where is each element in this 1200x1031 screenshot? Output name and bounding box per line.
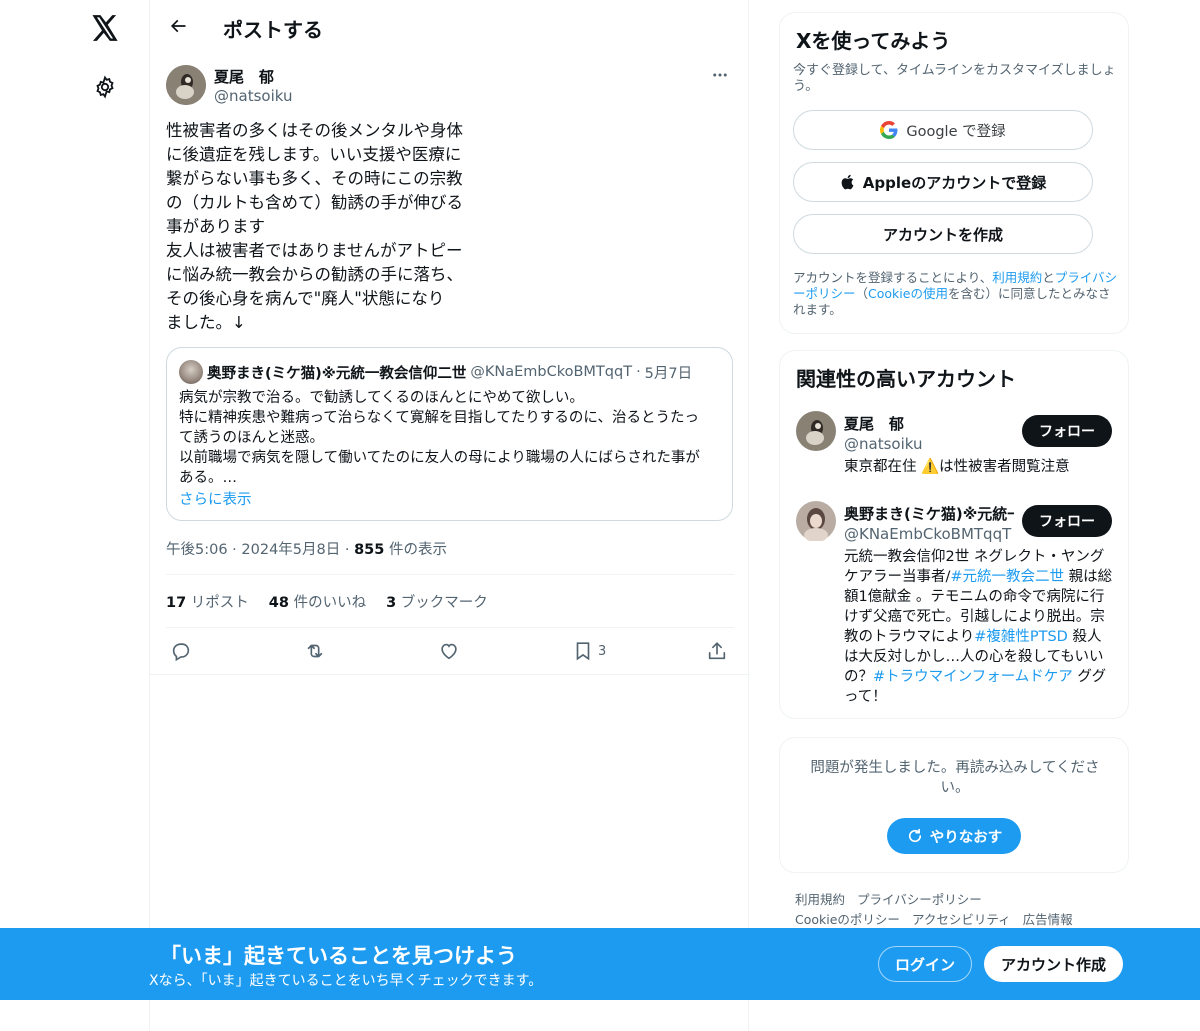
hashtag-link[interactable]: #元統一教会二世: [950, 569, 1064, 585]
x-logo-icon[interactable]: [89, 12, 121, 44]
account-bio: 東京都在住 ⚠️は性被害者閲覧注意: [844, 459, 1070, 475]
related-title: 関連性の高いアカウント: [796, 367, 1016, 391]
page-title: ポストする: [223, 18, 323, 42]
account-name[interactable]: 奥野まき(ミケ猫)※元統一教会信仰二世: [844, 503, 1014, 524]
views-count: 855: [354, 542, 385, 558]
show-more-link[interactable]: さらに表示: [179, 488, 252, 509]
account-bio: 元統一教会信仰2世 ネグレクト・ヤング ケアラー当事者/#元統一教会二世 親は総…: [844, 549, 1113, 705]
account-item[interactable]: 夏尾 郁 @natsoiku フォロー 東京都在住 ⚠️は性被害者閲覧注意: [796, 411, 1114, 481]
signup-subtitle: 今すぐ登録して、タイムラインをカスタマイズしましょう。: [793, 63, 1116, 94]
account-handle[interactable]: @KNaEmbCkoBMTqqT: [844, 525, 1011, 543]
arrow-left-icon[interactable]: [164, 12, 192, 40]
avatar[interactable]: [796, 411, 836, 451]
author-handle[interactable]: @natsoiku: [214, 87, 292, 105]
footer-link[interactable]: Cookieのポリシー: [795, 912, 900, 927]
account-item[interactable]: 奥野まき(ミケ猫)※元統一教会信仰二世 @KNaEmbCkoBMTqqT フォロ…: [796, 501, 1114, 711]
follow-button[interactable]: フォロー: [1022, 505, 1112, 537]
quoted-post-date: 5月7日: [644, 365, 693, 382]
quoted-author-handle: @KNaEmbCkoBMTqqT: [470, 364, 633, 380]
heart-icon[interactable]: [438, 639, 460, 663]
reply-icon[interactable]: [170, 639, 192, 663]
signup-button[interactable]: アカウント作成: [984, 946, 1123, 982]
footer-link[interactable]: 広告情報: [1023, 912, 1073, 927]
legal-text: アカウントを登録することにより、利用規約とプライバシーポリシー（Cookieの使…: [793, 270, 1118, 317]
main-column: ポストする 夏尾 郁 @natsoiku 性被害者の多くはその後メンタルや身体 …: [149, 0, 750, 1031]
cookie-link[interactable]: Cookieの使用: [868, 286, 948, 301]
left-nav: [0, 0, 150, 1031]
hashtag-link[interactable]: #トラウマインフォームドケア: [873, 669, 1073, 685]
google-icon: [880, 121, 898, 139]
post-author: 夏尾 郁 @natsoiku: [166, 64, 736, 108]
reposts-stat[interactable]: 17 リポスト: [166, 591, 249, 612]
post-stats: 17 リポスト 48 件のいいね 3 ブックマーク: [166, 591, 488, 612]
login-button[interactable]: ログイン: [878, 946, 972, 982]
quoted-post[interactable]: 奥野まき(ミケ猫)※元統一教会信仰二世 @KNaEmbCkoBMTqqT · 5…: [166, 347, 733, 521]
error-message: 問題が発生しました。再読み込みしてください。: [810, 760, 1100, 796]
retry-label: やりなおす: [929, 829, 1003, 846]
hashtag-link[interactable]: #複雑性PTSD: [974, 629, 1068, 645]
post-actions: 3: [150, 628, 750, 675]
create-account-button[interactable]: アカウントを作成: [793, 214, 1093, 254]
post-time[interactable]: 午後5:06 · 2024年5月8日 ·: [166, 542, 349, 558]
google-signup-label: Google で登録: [906, 123, 1006, 140]
separator: ·: [636, 364, 641, 380]
avatar[interactable]: [796, 501, 836, 542]
create-account-label: アカウントを作成: [882, 225, 1003, 244]
quoted-post-header: 奥野まき(ミケ猫)※元統一教会信仰二世 @KNaEmbCkoBMTqqT · 5…: [179, 360, 692, 384]
bookmarks-stat[interactable]: 3 ブックマーク: [386, 591, 488, 612]
more-horizontal-icon[interactable]: [704, 64, 736, 86]
account-handle[interactable]: @natsoiku: [844, 435, 922, 453]
follow-button[interactable]: フォロー: [1022, 415, 1112, 447]
share-icon[interactable]: [706, 639, 728, 663]
quoted-post-text: 病気が宗教で治る。で勧誘してくるのほんとにやめて欲しい。 特に精神疾患や難病って…: [179, 390, 700, 486]
footer-links: 利用規約 プライバシーポリシー Cookieのポリシー アクセシビリティ 広告情報: [795, 890, 1115, 930]
gear-icon[interactable]: [91, 73, 119, 101]
google-signup-button[interactable]: Google で登録: [793, 110, 1093, 150]
repost-icon[interactable]: [304, 639, 326, 663]
signup-card: Xを使ってみよう 今すぐ登録して、タイムラインをカスタマイズしましょう。 Goo…: [779, 12, 1129, 334]
apple-signup-label: Appleのアカウントで登録: [862, 173, 1047, 192]
account-name[interactable]: 夏尾 郁: [844, 413, 1014, 434]
author-name[interactable]: 夏尾 郁: [214, 66, 274, 87]
bookmark-count: 3: [598, 643, 607, 659]
footer-link[interactable]: 利用規約: [795, 892, 845, 907]
error-card: 問題が発生しました。再読み込みしてください。 やりなおす: [779, 737, 1129, 873]
views-label: 件の表示: [388, 542, 447, 558]
post-meta: 午後5:06 · 2024年5月8日 · 855 件の表示: [166, 538, 447, 559]
related-accounts-card: 関連性の高いアカウント 夏尾 郁 @natsoiku フォロー 東京都在住 ⚠️…: [779, 350, 1129, 719]
divider: [166, 574, 734, 575]
terms-link[interactable]: 利用規約: [992, 270, 1042, 285]
signup-title: Xを使ってみよう: [796, 29, 951, 53]
refresh-icon: [906, 827, 924, 845]
banner-title: 「いま」起きていることを見つけよう: [160, 944, 517, 968]
likes-stat[interactable]: 48 件のいいね: [269, 591, 366, 612]
post-text: 性被害者の多くはその後メンタルや身体 に後遺症を残します。いい支援や医療に 繋が…: [166, 121, 463, 332]
banner-subtitle: Xなら、「いま」起きていることをいち早くチェックできます。: [149, 973, 543, 989]
footer-link[interactable]: プライバシーポリシー: [857, 892, 982, 907]
footer-link[interactable]: アクセシビリティ: [912, 912, 1011, 927]
login-banner: 「いま」起きていることを見つけよう Xなら、「いま」起きていることをいち早くチェ…: [0, 928, 1200, 1000]
apple-icon: [840, 173, 857, 191]
avatar[interactable]: [166, 65, 206, 105]
top-bar: ポストする: [150, 0, 750, 53]
bookmark-icon[interactable]: 3: [572, 639, 606, 663]
apple-signup-button[interactable]: Appleのアカウントで登録: [793, 162, 1093, 202]
quoted-author-name: 奥野まき(ミケ猫)※元統一教会信仰二世: [207, 365, 467, 382]
avatar: [179, 360, 203, 384]
retry-button[interactable]: やりなおす: [887, 818, 1021, 854]
